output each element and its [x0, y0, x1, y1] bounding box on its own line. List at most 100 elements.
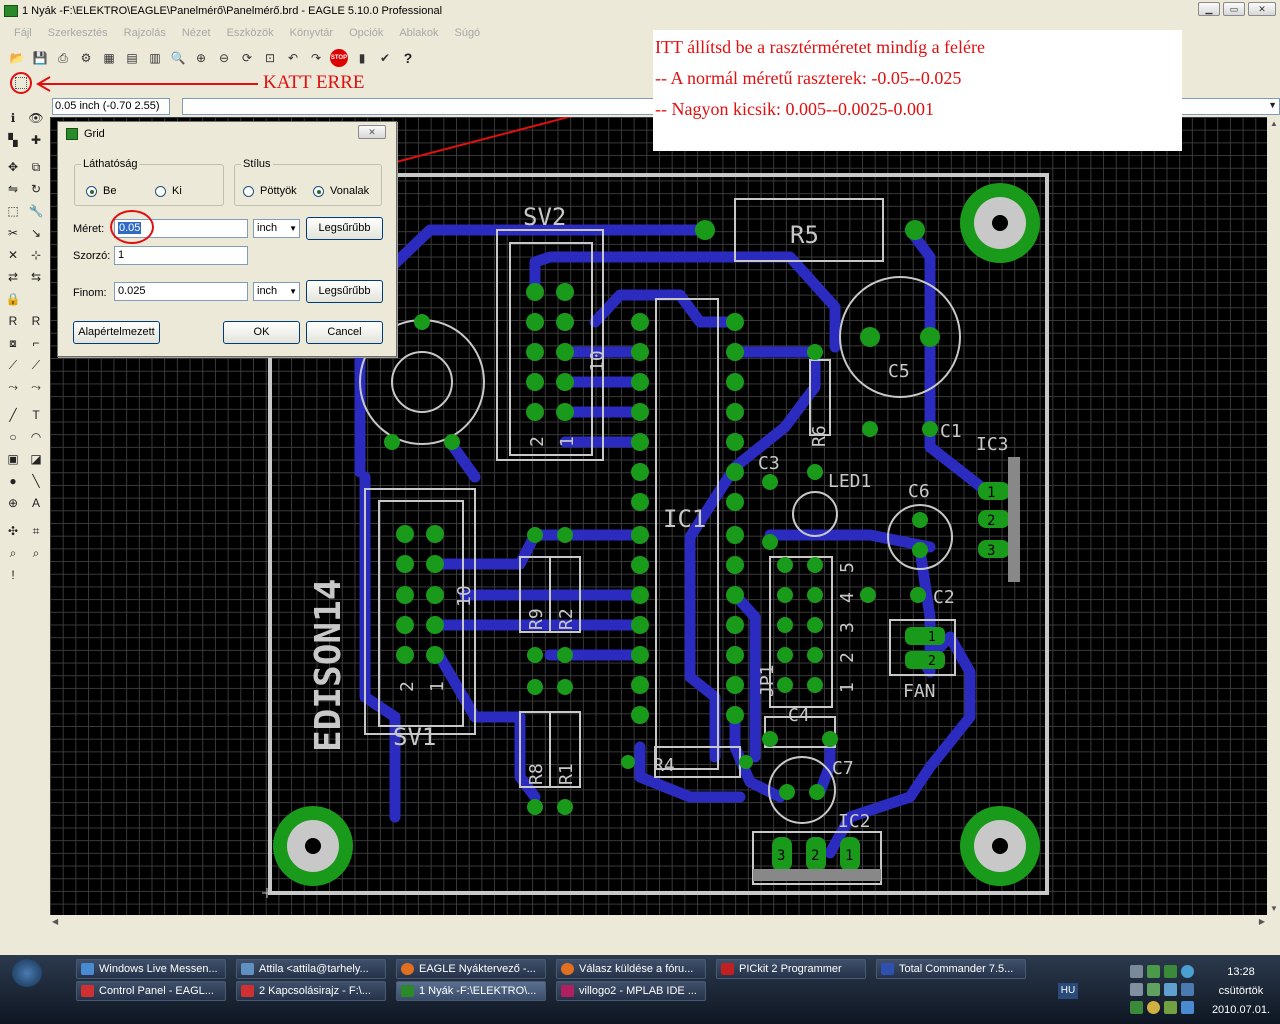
fine-input[interactable]: 0.025	[114, 282, 248, 301]
optimize-icon[interactable]: ⟋	[28, 357, 44, 373]
style-lines-radio[interactable]: Vonalak	[313, 185, 369, 197]
task-schematic[interactable]: 2 Kapcsolásirajz - F:\...	[236, 981, 386, 1001]
add-icon[interactable]: ⊹	[28, 247, 44, 263]
redraw-icon[interactable]: ⟳	[238, 49, 256, 67]
tray-app5-icon[interactable]	[1164, 983, 1177, 996]
menu-options[interactable]: Opciók	[341, 27, 391, 39]
wire-icon[interactable]: ╱	[5, 407, 21, 423]
help-icon[interactable]: ?	[399, 49, 417, 67]
task-mplab[interactable]: villogo2 - MPLAB IDE ...	[556, 981, 706, 1001]
zoom-out-icon[interactable]: ⊖	[215, 49, 233, 67]
tray-app8-icon[interactable]	[1147, 1001, 1160, 1014]
language-indicator[interactable]: HU	[1058, 983, 1078, 999]
hole-icon[interactable]: ⊕	[5, 495, 21, 511]
fine-finest-button[interactable]: Legsűrűbb	[306, 280, 383, 303]
multiplier-input[interactable]: 1	[114, 246, 248, 265]
go-icon[interactable]: ▮	[353, 49, 371, 67]
minimize-button[interactable]: ▁	[1198, 2, 1220, 16]
menu-tools[interactable]: Eszközök	[219, 27, 282, 39]
via-icon[interactable]: ●	[5, 473, 21, 489]
mirror-icon[interactable]: ⇋	[5, 181, 21, 197]
move-icon[interactable]: ✥	[5, 159, 21, 175]
split-icon[interactable]: ⟋	[5, 357, 21, 373]
ok-button[interactable]: OK	[223, 321, 300, 344]
task-mail[interactable]: Attila <attila@tarhely...	[236, 959, 386, 979]
tray-app9-icon[interactable]	[1181, 1001, 1194, 1014]
lock-icon[interactable]: 🔒	[5, 291, 21, 307]
signal-icon[interactable]: ╲	[28, 473, 44, 489]
task-messenger[interactable]: Windows Live Messen...	[76, 959, 226, 979]
menu-edit[interactable]: Szerkesztés	[40, 27, 116, 39]
visibility-on-radio[interactable]: Be	[86, 185, 116, 197]
menu-draw[interactable]: Rajzolás	[116, 27, 174, 39]
tray-app7-icon[interactable]	[1130, 1001, 1143, 1014]
size-unit-select[interactable]: inch ▼	[253, 219, 300, 238]
paste-icon[interactable]: ✂	[5, 225, 21, 241]
rotate-icon[interactable]: ↻	[28, 181, 44, 197]
maximize-button[interactable]: ▭	[1223, 2, 1245, 16]
route-icon[interactable]: ⤳	[5, 379, 21, 395]
default-button[interactable]: Alapértelmezett	[73, 321, 160, 344]
ripup-icon[interactable]: ⤳	[28, 379, 44, 395]
rect-icon[interactable]: ▣	[5, 451, 21, 467]
scroll-up-icon[interactable]: ▲	[1270, 119, 1278, 128]
drc-icon[interactable]: ✔	[376, 49, 394, 67]
task-eagle-forum[interactable]: EAGLE Nyáktervező -...	[396, 959, 546, 979]
print-icon[interactable]: ⎙	[54, 49, 72, 67]
attribute-icon[interactable]: A	[28, 495, 44, 511]
clock[interactable]: 13:28 csütörtök 2010.07.01.	[1206, 963, 1276, 1020]
warning-icon[interactable]: !	[5, 567, 21, 583]
miter-icon[interactable]: ⌐	[28, 335, 44, 351]
board-switch-icon[interactable]: ▦	[100, 49, 118, 67]
zoom-fit-icon[interactable]: 🔍	[169, 49, 187, 67]
command-history-arrow-icon[interactable]: ▼	[1268, 100, 1277, 110]
scroll-left-icon[interactable]: ◀	[52, 917, 58, 926]
tray-app3-icon[interactable]	[1181, 965, 1194, 978]
cut-icon[interactable]: ↘	[28, 225, 44, 241]
menu-help[interactable]: Súgó	[446, 27, 488, 39]
polygon-icon[interactable]: ◪	[28, 451, 44, 467]
text-icon[interactable]: T	[28, 407, 44, 423]
change-icon[interactable]: 🔧	[28, 203, 44, 219]
task-pickit[interactable]: PICkit 2 Programmer	[716, 959, 866, 979]
autorouter-icon[interactable]: ⌗	[28, 523, 44, 539]
menu-window[interactable]: Ablakok	[391, 27, 446, 39]
arc-icon[interactable]: ◠	[28, 429, 44, 445]
fine-unit-select[interactable]: inch ▼	[253, 282, 300, 301]
task-forum-reply[interactable]: Válasz küldése a fóru...	[556, 959, 706, 979]
undo-icon[interactable]: ↶	[284, 49, 302, 67]
zoom-select-icon[interactable]: ⊡	[261, 49, 279, 67]
cam-icon[interactable]: ⚙	[77, 49, 95, 67]
save-icon[interactable]: 💾	[31, 49, 49, 67]
smash-icon[interactable]: ⧇	[5, 335, 21, 351]
info-icon[interactable]: ℹ	[5, 110, 21, 126]
tray-app4-icon[interactable]	[1147, 983, 1160, 996]
nvidia-icon[interactable]	[1164, 1001, 1177, 1014]
start-button[interactable]	[0, 955, 70, 1024]
task-total-commander[interactable]: Total Commander 7.5...	[876, 959, 1026, 979]
show-icon[interactable]: 👁	[28, 110, 44, 126]
tray-app6-icon[interactable]	[1181, 983, 1194, 996]
mark-icon[interactable]: ✚	[28, 132, 44, 148]
menu-view[interactable]: Nézet	[174, 27, 219, 39]
replace-part-icon[interactable]: ⇆	[28, 269, 44, 285]
tray-app2-icon[interactable]	[1164, 965, 1177, 978]
tray-app-icon[interactable]	[1147, 965, 1160, 978]
scroll-down-icon[interactable]: ▼	[1270, 904, 1278, 913]
menu-file[interactable]: Fájl	[6, 27, 40, 39]
style-dots-radio[interactable]: Pöttyök	[243, 185, 297, 197]
display-icon[interactable]: ▚	[5, 132, 21, 148]
name-icon[interactable]: R	[5, 313, 21, 329]
vertical-scrollbar[interactable]: ▲ ▼	[1267, 117, 1280, 915]
cancel-button[interactable]: Cancel	[306, 321, 383, 344]
grid-button[interactable]	[10, 72, 32, 94]
errors-icon[interactable]: ⌕	[28, 545, 44, 561]
redo-icon[interactable]: ↷	[307, 49, 325, 67]
volume-icon[interactable]	[1130, 983, 1143, 996]
visibility-off-radio[interactable]: Ki	[155, 185, 182, 197]
zoom-in-icon[interactable]: ⊕	[192, 49, 210, 67]
dialog-close-button[interactable]: ✕	[358, 125, 386, 139]
network-icon[interactable]	[1130, 965, 1143, 978]
delete-icon[interactable]: ✕	[5, 247, 21, 263]
ulp-icon[interactable]: ▥	[146, 49, 164, 67]
